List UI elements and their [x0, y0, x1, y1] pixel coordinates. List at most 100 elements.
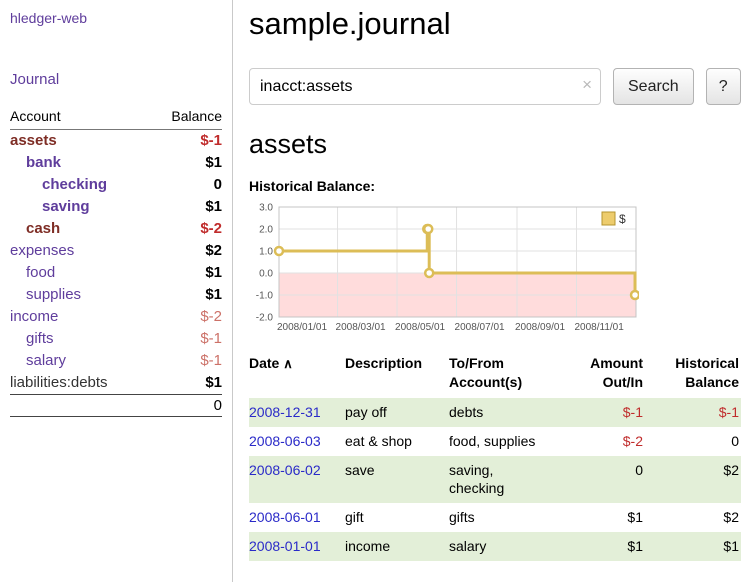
transaction-accounts: gifts	[449, 503, 569, 532]
y-tick-label: 0.0	[259, 269, 273, 280]
page-title: sample.journal	[249, 6, 742, 42]
accounts-table: Account Balance assets $-1 bank $1 checking 0…	[10, 105, 222, 417]
transaction-accounts: salary	[449, 532, 569, 561]
y-tick-label: -2.0	[256, 313, 274, 324]
register-header-balance: Historical Balance	[645, 352, 741, 398]
account-row: assets $-1	[10, 130, 222, 153]
app-title-link[interactable]: hledger-web	[10, 10, 222, 26]
register-header-accounts: To/From Account(s)	[449, 352, 569, 398]
transaction-balance: $1	[645, 532, 741, 561]
account-link[interactable]: checking	[42, 176, 107, 193]
transaction-date-link[interactable]: 2008-06-02	[249, 462, 321, 478]
account-balance: $1	[150, 196, 222, 218]
account-balance: $-1	[150, 350, 222, 372]
sidebar: hledger-web Journal Account Balance asse…	[0, 0, 233, 582]
transaction-row: 2008-01-01incomesalary$1$1	[249, 532, 741, 561]
account-link[interactable]: expenses	[10, 242, 74, 259]
register-header-date-label: Date	[249, 355, 279, 371]
transaction-balance: $-1	[645, 398, 741, 427]
account-balance: $1	[150, 284, 222, 306]
account-link[interactable]: saving	[42, 198, 90, 215]
transaction-date-link[interactable]: 2008-06-01	[249, 509, 321, 525]
chart-title: Historical Balance:	[249, 178, 742, 194]
chart-point	[424, 225, 432, 233]
transaction-date-cell: 2008-06-03	[249, 427, 345, 456]
transaction-date-cell: 2008-06-01	[249, 503, 345, 532]
account-link[interactable]: liabilities:debts	[10, 374, 108, 391]
account-link[interactable]: cash	[26, 220, 60, 237]
search-input-wrap: ×	[249, 68, 601, 105]
account-row: expenses$2	[10, 240, 222, 262]
account-link[interactable]: bank	[26, 154, 61, 171]
account-row: liabilities:debts $1	[10, 372, 222, 395]
account-row: food$1	[10, 262, 222, 284]
account-heading: assets	[249, 129, 742, 160]
account-link[interactable]: food	[26, 264, 55, 281]
account-balance: $-1	[150, 130, 222, 153]
sort-asc-icon: ∧	[283, 356, 293, 371]
transaction-amount: $-2	[569, 427, 645, 456]
account-balance: 0	[150, 174, 222, 196]
x-tick-label: 2008/01/01	[277, 322, 327, 333]
account-row: salary $-1	[10, 350, 222, 372]
account-link[interactable]: gifts	[26, 330, 54, 347]
register-header-description: Description	[345, 352, 449, 398]
transaction-date-cell: 2008-01-01	[249, 532, 345, 561]
search-input[interactable]	[249, 68, 601, 105]
transaction-balance: $2	[645, 503, 741, 532]
transaction-balance: 0	[645, 427, 741, 456]
main-content: sample.journal × Search ? assets Histori…	[249, 0, 742, 561]
accounts-total-balance: 0	[150, 395, 222, 417]
account-row: saving $1	[10, 196, 222, 218]
transaction-balance: $2	[645, 456, 741, 504]
accounts-header-row: Account Balance	[10, 105, 222, 130]
chart-point	[275, 247, 283, 255]
transaction-description: eat & shop	[345, 427, 449, 456]
account-link[interactable]: income	[10, 308, 58, 325]
transaction-amount: $1	[569, 532, 645, 561]
transaction-date-link[interactable]: 2008-01-01	[249, 538, 321, 554]
accounts-total-row: 0	[10, 395, 222, 417]
transaction-date-link[interactable]: 2008-12-31	[249, 404, 321, 420]
y-tick-label: -1.0	[256, 291, 274, 302]
accounts-header-account: Account	[10, 105, 150, 130]
chart-point	[631, 291, 639, 299]
search-button[interactable]: Search	[613, 68, 694, 105]
y-tick-label: 1.0	[259, 247, 273, 258]
chart-point	[425, 269, 433, 277]
transaction-amount: 0	[569, 456, 645, 504]
search-bar: × Search ?	[249, 68, 742, 105]
account-link[interactable]: assets	[10, 132, 57, 149]
x-tick-label: 2008/05/01	[395, 322, 445, 333]
x-tick-label: 2008/11/01	[575, 322, 625, 333]
transaction-accounts: food, supplies	[449, 427, 569, 456]
clear-search-icon[interactable]: ×	[582, 76, 592, 93]
transaction-row: 2008-06-01giftgifts$1$2	[249, 503, 741, 532]
chart-legend-swatch	[602, 212, 615, 225]
x-tick-label: 2008/03/01	[336, 322, 386, 333]
transaction-description: income	[345, 532, 449, 561]
account-row: supplies $1	[10, 284, 222, 306]
transaction-accounts: debts	[449, 398, 569, 427]
help-button[interactable]: ?	[706, 68, 741, 105]
transaction-description: gift	[345, 503, 449, 532]
transaction-date-link[interactable]: 2008-06-03	[249, 433, 321, 449]
transaction-date-cell: 2008-12-31	[249, 398, 345, 427]
account-link[interactable]: salary	[26, 352, 66, 369]
account-row: bank $1	[10, 152, 222, 174]
chart-legend-label: $	[619, 212, 626, 226]
transaction-date-cell: 2008-06-02	[249, 456, 345, 504]
account-balance: $1	[150, 372, 222, 395]
transaction-description: save	[345, 456, 449, 504]
sidebar-item-journal[interactable]: Journal	[10, 71, 222, 88]
account-row: gifts $-1	[10, 328, 222, 350]
account-balance: $1	[150, 152, 222, 174]
register-header-date[interactable]: Date ∧	[249, 352, 345, 398]
account-balance: $-1	[150, 328, 222, 350]
account-balance: $-2	[150, 218, 222, 240]
account-link[interactable]: supplies	[26, 286, 81, 303]
register-table: Date ∧ Description To/From Account(s) Am…	[249, 352, 741, 561]
transaction-row: 2008-06-02savesaving, checking0$2	[249, 456, 741, 504]
transaction-row: 2008-12-31pay offdebts$-1$-1	[249, 398, 741, 427]
register-header-row: Date ∧ Description To/From Account(s) Am…	[249, 352, 741, 398]
